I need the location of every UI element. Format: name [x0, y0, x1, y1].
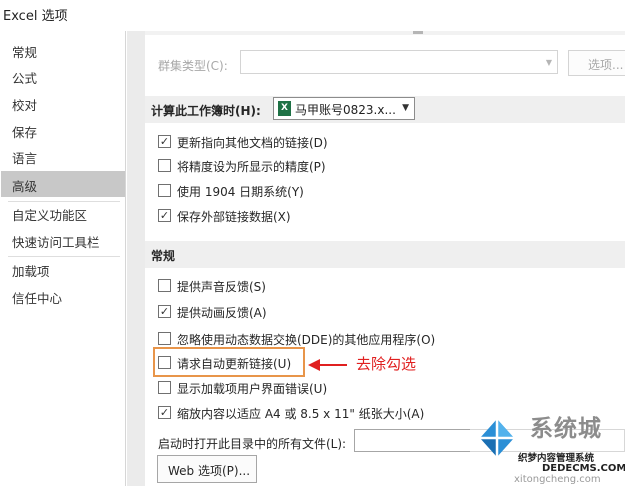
sidebar-item-proofing[interactable]: 校对: [1, 90, 125, 116]
sidebar-item-save[interactable]: 保存: [1, 117, 125, 143]
site-logo-icon: [480, 419, 514, 457]
watermark-domain: DEDECMS.COM: [542, 463, 625, 474]
general-section-header: 常规: [145, 241, 625, 268]
workbook-select-value: 马甲账号0823.x...: [295, 103, 396, 117]
option-show-addin-errors[interactable]: 显示加载项用户界面错误(U): [145, 376, 625, 400]
window-title: Excel 选项: [0, 0, 625, 31]
option-save-external-links[interactable]: ✓ 保存外部链接数据(X): [145, 204, 625, 228]
option-sound-feedback[interactable]: 提供声音反馈(S): [145, 274, 625, 298]
sidebar-item-trust-center[interactable]: 信任中心: [1, 283, 125, 309]
checkbox-unchecked[interactable]: [158, 332, 171, 345]
watermark-title: 系统城: [530, 416, 602, 442]
option-label: 显示加载项用户界面错误(U): [177, 382, 328, 396]
sidebar-item-advanced[interactable]: 高级: [1, 171, 125, 197]
option-label: 缩放内容以适应 A4 或 8.5 x 11" 纸张大小(A): [177, 407, 425, 421]
option-label: 提供声音反馈(S): [177, 280, 266, 294]
options-sidebar: 常规 公式 校对 保存 语言 高级 自定义功能区 快速访问工具栏 加载项 信任中…: [0, 31, 126, 486]
option-label: 忽略使用动态数据交换(DDE)的其他应用程序(O): [177, 333, 436, 347]
web-options-button[interactable]: Web 选项(P)...: [157, 455, 257, 483]
checkbox-checked[interactable]: ✓: [158, 406, 171, 419]
option-label: 保存外部链接数据(X): [177, 210, 291, 224]
option-update-links[interactable]: ✓ 更新指向其他文档的链接(D): [145, 130, 625, 154]
checkbox-checked[interactable]: ✓: [158, 135, 171, 148]
checkbox-unchecked[interactable]: [158, 184, 171, 197]
sidebar-item-general[interactable]: 常规: [1, 37, 125, 63]
sidebar-item-customize-ribbon[interactable]: 自定义功能区: [1, 200, 125, 226]
chevron-down-icon: ▼: [402, 103, 409, 113]
highlight-box: [153, 347, 305, 377]
watermark-subtitle: 织梦内容管理系统: [518, 453, 595, 464]
option-label: 将精度设为所显示的精度(P): [177, 160, 326, 174]
scroll-marker: [413, 31, 423, 34]
sidebar-item-language[interactable]: 语言: [1, 143, 125, 169]
cluster-options-button[interactable]: 选项...: [568, 50, 625, 76]
watermark: 系统城 织梦内容管理系统 DEDECMS.COM xitongcheng.com: [470, 405, 625, 486]
excel-file-icon: X: [278, 101, 291, 116]
checkbox-unchecked[interactable]: [158, 381, 171, 394]
workbook-calc-label: 计算此工作簿时(H):: [151, 104, 261, 118]
panel-gutter: [127, 31, 145, 486]
checkbox-checked[interactable]: ✓: [158, 305, 171, 318]
option-precision-as-displayed[interactable]: 将精度设为所显示的精度(P): [145, 154, 625, 178]
option-label: 使用 1904 日期系统(Y): [177, 185, 304, 199]
checkbox-unchecked[interactable]: [158, 279, 171, 292]
option-label: 提供动画反馈(A): [177, 306, 267, 320]
option-label: 更新指向其他文档的链接(D): [177, 136, 328, 150]
arrow-shaft: [318, 364, 347, 366]
top-strip: [145, 31, 625, 35]
cluster-type-label: 群集类型(C):: [158, 59, 228, 73]
cluster-type-select[interactable]: ▼: [240, 50, 558, 74]
sidebar-item-quick-access-toolbar[interactable]: 快速访问工具栏: [1, 227, 125, 253]
checkbox-checked[interactable]: ✓: [158, 209, 171, 222]
chevron-down-icon: ▼: [545, 58, 552, 67]
annotation-text: 去除勾选: [356, 355, 417, 373]
sidebar-item-formulas[interactable]: 公式: [1, 63, 125, 89]
startup-folder-label: 启动时打开此目录中的所有文件(L):: [158, 437, 347, 451]
option-animation-feedback[interactable]: ✓ 提供动画反馈(A): [145, 300, 625, 324]
watermark-url: xitongcheng.com: [514, 474, 601, 485]
workbook-select[interactable]: X 马甲账号0823.x... ▼: [273, 97, 415, 120]
checkbox-unchecked[interactable]: [158, 159, 171, 172]
option-1904-date-system[interactable]: 使用 1904 日期系统(Y): [145, 179, 625, 203]
sidebar-item-addins[interactable]: 加载项: [1, 256, 125, 282]
